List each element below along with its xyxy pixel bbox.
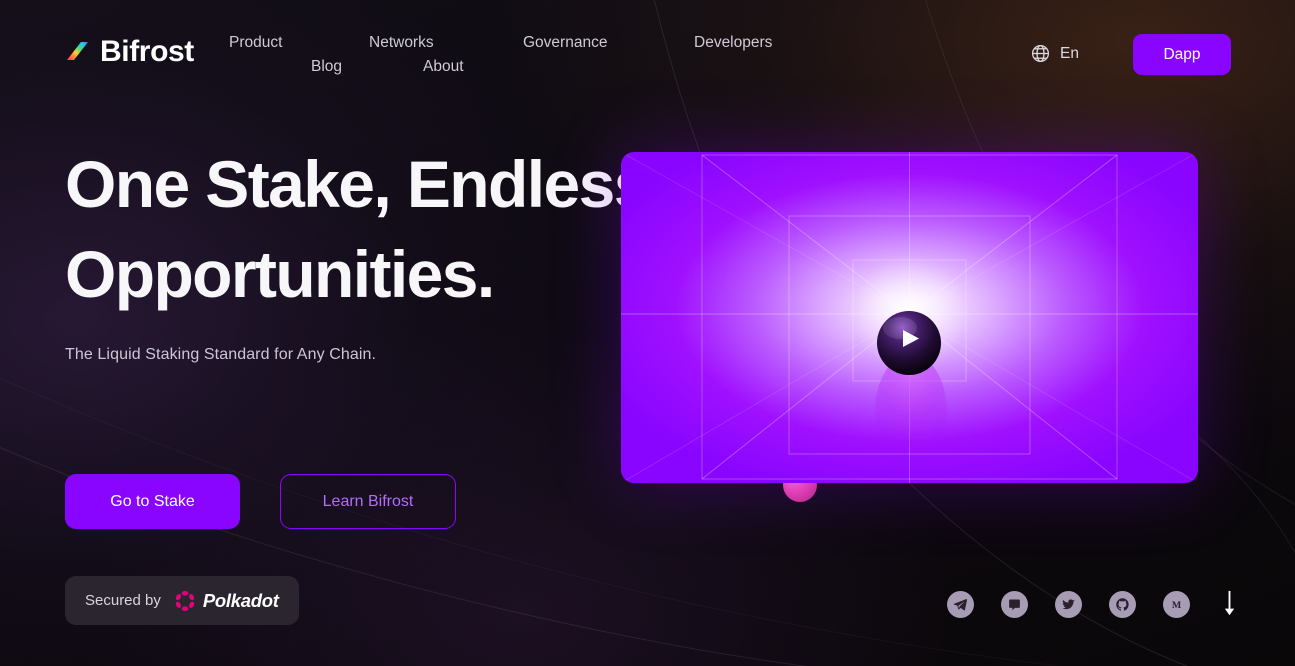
globe-icon <box>1031 44 1050 63</box>
dapp-button[interactable]: Dapp <box>1133 34 1231 75</box>
hero-section: One Stake, Endless Opportunities. The Li… <box>65 140 650 364</box>
logo-wordmark: Bifrost <box>100 35 194 68</box>
secured-by-badge[interactable]: Secured by Polkadot <box>65 576 299 625</box>
bifrost-rainbow-slash-icon <box>67 42 88 60</box>
secured-by-label: Secured by <box>85 592 161 609</box>
learn-bifrost-button[interactable]: Learn Bifrost <box>280 474 456 529</box>
medium-icon[interactable]: M <box>1163 590 1190 618</box>
hero-cta-row: Go to Stake Learn Bifrost <box>65 474 456 529</box>
discord-icon[interactable] <box>1001 590 1028 618</box>
polkadot-dots-icon <box>175 590 195 611</box>
language-selector[interactable]: En <box>1030 43 1079 64</box>
hero-subtitle: The Liquid Staking Standard for Any Chai… <box>65 345 377 363</box>
site-header: Bifrost Product Networks Governance Deve… <box>0 0 1295 96</box>
social-links: M <box>947 590 1237 618</box>
hero-title-line-2: Opportunities. <box>65 236 495 311</box>
twitter-icon[interactable] <box>1055 590 1082 618</box>
telegram-icon[interactable] <box>947 590 974 618</box>
promo-video-player[interactable] <box>621 152 1198 483</box>
nav-item-product[interactable]: Product <box>229 35 282 51</box>
go-to-stake-button[interactable]: Go to Stake <box>65 474 240 529</box>
nav-item-blog[interactable]: Blog <box>311 59 342 75</box>
github-icon[interactable] <box>1109 590 1136 618</box>
svg-text:M: M <box>1172 600 1182 611</box>
polkadot-wordmark: Polkadot <box>202 589 279 611</box>
hero-title-line-1: One Stake, Endless <box>65 147 650 221</box>
scroll-down-indicator[interactable] <box>1222 590 1237 618</box>
nav-item-about[interactable]: About <box>423 59 464 75</box>
nav-item-developers[interactable]: Developers <box>694 35 772 51</box>
polkadot-brand: Polkadot <box>174 590 279 612</box>
nav-item-networks[interactable]: Networks <box>369 35 434 51</box>
language-label: En <box>1060 44 1079 62</box>
bifrost-logo[interactable]: Bifrost <box>65 37 194 67</box>
video-poster-graphic <box>621 152 1198 483</box>
nav-item-governance[interactable]: Governance <box>523 35 607 51</box>
